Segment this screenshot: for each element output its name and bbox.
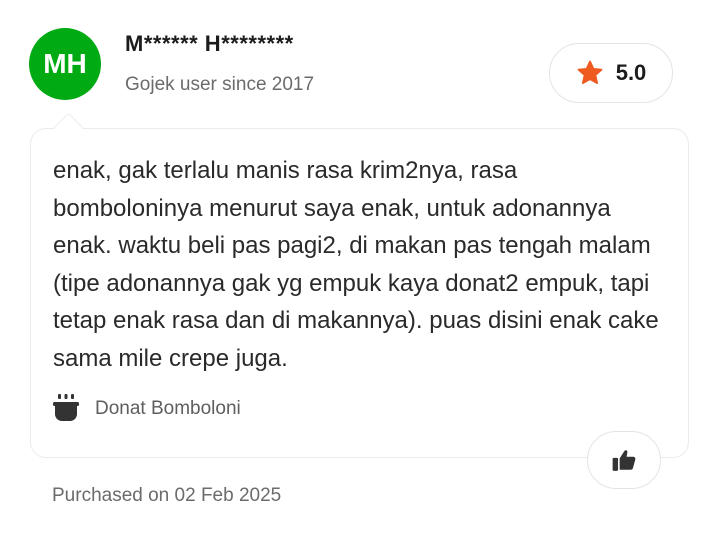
purchase-date: Purchased on 02 Feb 2025: [52, 485, 282, 506]
rating-value: 5.0: [615, 60, 647, 85]
star-icon: [577, 60, 603, 84]
dish-tag: Donat Bomboloni: [53, 394, 241, 424]
reviewer-name: M****** H********: [125, 31, 294, 56]
thumbs-up-icon: [612, 450, 636, 471]
dish-name: Donat Bomboloni: [95, 398, 241, 419]
avatar: MH: [29, 28, 101, 100]
rating-badge: 5.0: [549, 43, 673, 103]
review-card: MH M****** H******** Gojek user since 20…: [0, 0, 720, 533]
like-button[interactable]: [587, 431, 661, 489]
review-text: enak, gak terlalu manis rasa krim2nya, r…: [53, 157, 659, 372]
reviewer-since: Gojek user since 2017: [125, 74, 315, 95]
avatar-initials: MH: [43, 48, 87, 79]
dish-icon: [53, 394, 79, 421]
